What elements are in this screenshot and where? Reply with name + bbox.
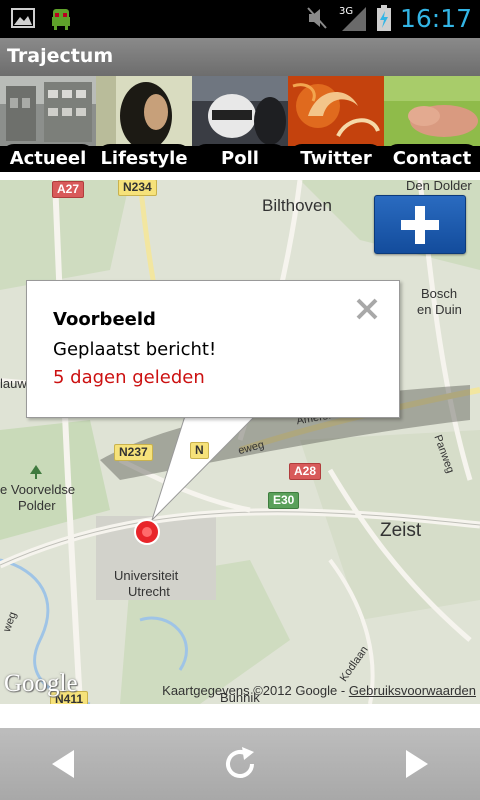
place-zeist: Zeist	[380, 520, 422, 541]
tab-label: Poll	[221, 147, 259, 169]
road-a27: A27	[52, 181, 85, 198]
tab-contact[interactable]: Contact	[384, 76, 480, 172]
place-en-duin: en Duin	[417, 302, 462, 317]
nav-tabs: Actueel Lifestyle Poll Twitter Contact	[0, 76, 480, 172]
tab-lifestyle[interactable]: Lifestyle	[96, 76, 192, 172]
map-attribution: Kaartgegevens ©2012 Google - Gebruiksvoo…	[162, 683, 476, 698]
road-a28: A28	[289, 463, 322, 480]
plus-icon	[401, 205, 439, 244]
place-utrecht: Utrecht	[128, 584, 170, 599]
tab-label: Contact	[392, 147, 472, 169]
info-text: Geplaatst bericht!	[53, 339, 217, 360]
signal-icon: 3G	[339, 6, 366, 31]
network-type: 3G	[339, 6, 353, 17]
forward-arrow-icon[interactable]	[396, 744, 436, 784]
back-arrow-icon[interactable]	[44, 744, 84, 784]
building-photo	[0, 76, 96, 146]
tab-label: Actueel	[9, 147, 87, 169]
grass-photo	[384, 76, 480, 146]
place-lauw: lauw	[0, 376, 27, 391]
app-title: Trajectum	[7, 45, 114, 67]
place-voorveldse: e Voorveldse	[0, 482, 76, 497]
title-bar: Trajectum	[0, 38, 480, 76]
close-icon[interactable]	[353, 295, 381, 323]
place-den-dolder: Den Dolder	[406, 180, 472, 193]
mute-icon	[307, 7, 327, 29]
add-post-button[interactable]	[374, 195, 466, 254]
ornament-photo	[288, 76, 384, 146]
road-n237: N237	[114, 444, 153, 461]
map-tiles	[0, 180, 480, 704]
place-bosch: Bosch	[421, 286, 458, 301]
map-view[interactable]: Bilthoven Den Dolder Bosch en Duin Zeist…	[0, 180, 480, 704]
portrait-photo	[96, 76, 192, 146]
tab-label: Twitter	[300, 147, 372, 169]
battery-charging-icon	[376, 5, 391, 31]
bottom-toolbar	[0, 728, 480, 800]
tab-twitter[interactable]: Twitter	[288, 76, 384, 172]
tab-poll[interactable]: Poll	[192, 76, 288, 172]
picture-icon	[11, 8, 35, 28]
android-icon	[52, 9, 70, 30]
helmet-photo	[192, 76, 288, 146]
info-title: Voorbeeld	[53, 309, 156, 330]
place-universiteit: Universiteit	[114, 568, 179, 583]
status-bar: 3G 16:17	[0, 0, 480, 38]
road-e30: E30	[268, 492, 300, 509]
road-n-partial: N	[190, 442, 209, 459]
park-tree-icon	[30, 465, 42, 479]
spacer	[0, 704, 480, 728]
google-logo: Google	[4, 670, 78, 697]
map-info-window[interactable]: Voorbeeld Geplaatst bericht! 5 dagen gel…	[26, 280, 400, 418]
clock: 16:17	[399, 3, 472, 33]
terms-link[interactable]: Gebruiksvoorwaarden	[349, 683, 476, 698]
road-n234: N234	[118, 180, 157, 196]
attribution-text: Kaartgegevens ©2012 Google -	[162, 683, 349, 698]
info-time: 5 dagen geleden	[53, 367, 205, 388]
tab-label: Lifestyle	[100, 147, 188, 169]
refresh-icon[interactable]	[220, 744, 260, 784]
tab-actueel[interactable]: Actueel	[0, 76, 96, 172]
place-polder: Polder	[18, 498, 56, 513]
place-bilthoven: Bilthoven	[262, 196, 332, 215]
